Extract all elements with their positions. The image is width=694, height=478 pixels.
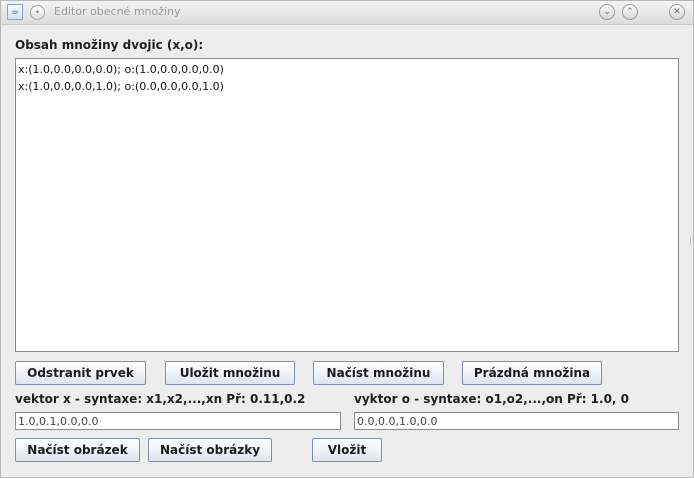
resize-grip[interactable] — [690, 237, 694, 245]
java-cup-icon: ☕ — [7, 4, 23, 20]
title-bar[interactable]: ☕ • Editor obecné množiny ⌄ ⌃ ✕ — [1, 1, 693, 25]
list-item[interactable]: x:(1.0,0.0,0.0,1.0); o:(0.0,0.0,0.0,1.0) — [18, 78, 676, 95]
load-set-button[interactable]: Načíst množinu — [313, 361, 444, 385]
maximize-button[interactable]: ⌃ — [622, 4, 638, 20]
empty-set-button[interactable]: Prázdná množina — [462, 361, 602, 385]
window-menu-icon[interactable]: • — [30, 5, 45, 20]
vector-x-label: vektor x - syntaxe: x1,x2,...,xn Př: 0.1… — [15, 392, 306, 406]
close-button[interactable]: ✕ — [669, 4, 685, 20]
window-title: Editor obecné množiny — [54, 5, 181, 18]
vector-o-input[interactable]: 0.0,0.0,1.0,0.0 — [354, 412, 679, 430]
remove-item-button[interactable]: Odstranit prvek — [15, 361, 146, 385]
close-icon: ✕ — [673, 7, 681, 17]
chevron-up-icon: ⌃ — [626, 7, 634, 17]
vector-x-input[interactable]: 1.0,0.1,0.0,0.0 — [15, 412, 341, 430]
editor-window: ☕ • Editor obecné množiny ⌄ ⌃ ✕ Obsah mn… — [0, 0, 694, 478]
insert-button[interactable]: Vložit — [312, 438, 382, 462]
load-image-button[interactable]: Načíst obrázek — [15, 438, 140, 462]
save-set-button[interactable]: Uložit množinu — [165, 361, 295, 385]
chevron-down-icon: ⌄ — [603, 7, 611, 17]
load-images-button[interactable]: Načíst obrázky — [148, 438, 272, 462]
vector-o-label: vyktor o - syntaxe: o1,o2,...,on Př: 1.0… — [354, 392, 630, 406]
set-content-label: Obsah množiny dvojic (x,o): — [15, 38, 204, 52]
list-item[interactable]: x:(1.0,0.0,0.0,0.0); o:(1.0,0.0,0.0,0.0) — [18, 61, 676, 78]
minimize-button[interactable]: ⌄ — [599, 4, 615, 20]
set-list[interactable]: x:(1.0,0.0,0.0,0.0); o:(1.0,0.0,0.0,0.0)… — [15, 58, 679, 352]
